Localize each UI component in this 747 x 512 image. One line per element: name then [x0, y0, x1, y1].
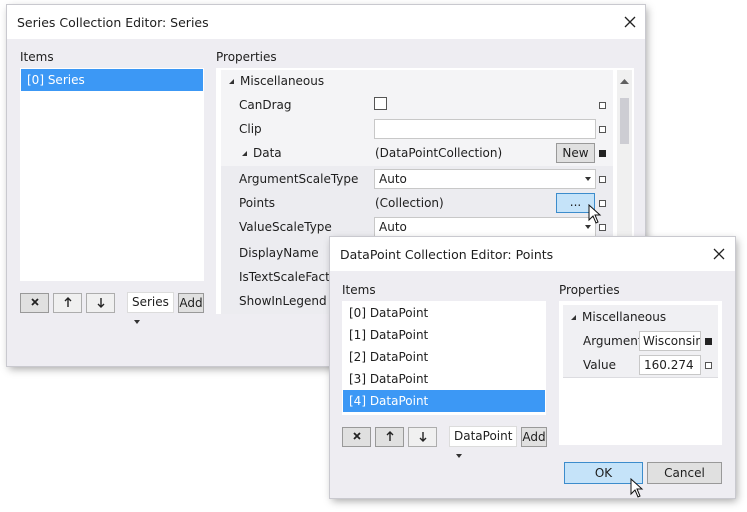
points-list-item[interactable]: [1] DataPoint: [343, 324, 545, 346]
series-properties-label: Properties: [216, 50, 277, 64]
arrow-up-icon: [64, 297, 71, 307]
argument-property-marker[interactable]: [705, 338, 712, 345]
property-name-clip: Clip: [239, 122, 262, 136]
property-name-valuescaletype: ValueScaleType: [239, 220, 332, 234]
datapoint-collection-editor-window: DataPoint Collection Editor: Points Item…: [330, 237, 735, 498]
series-type-dropdown-value: Series: [132, 295, 169, 309]
argument-input[interactable]: Wisconsin: [639, 331, 701, 351]
series-add-label: Add: [179, 296, 203, 310]
property-name-displayname: DisplayName: [239, 246, 319, 260]
points-property-grid: Miscellaneous Argument Wisconsin Value 1…: [559, 301, 722, 445]
data-new-button[interactable]: New: [556, 143, 595, 163]
property-name-istextscalefactor: IsTextScaleFactor: [239, 270, 343, 284]
collapse-triangle-icon: [571, 315, 576, 320]
points-list-item-label: [4] DataPoint: [349, 394, 429, 408]
points-ellipsis-label: ...: [569, 195, 582, 209]
property-name-showinlegend: ShowInLegend: [239, 294, 327, 308]
series-move-up-button[interactable]: [53, 293, 82, 313]
property-name-data: Data: [253, 146, 282, 160]
value-property-marker[interactable]: [705, 362, 712, 369]
series-delete-button[interactable]: [20, 293, 49, 313]
data-new-label: New: [562, 146, 589, 160]
series-list-item[interactable]: [0] Series: [21, 69, 203, 91]
points-type-dropdown-value: DataPoint: [454, 429, 513, 443]
points-list-item[interactable]: [2] DataPoint: [343, 346, 545, 368]
points-editor-close-button[interactable]: [708, 243, 730, 265]
valuescaletype-value: Auto: [379, 220, 407, 234]
cancel-label: Cancel: [664, 466, 705, 480]
value-value: 160.274: [644, 358, 694, 372]
points-add-label: Add: [522, 430, 546, 444]
close-icon: [624, 16, 636, 28]
valuescaletype-dropdown[interactable]: Auto: [374, 217, 596, 237]
series-list-item-label: [0] Series: [27, 73, 85, 87]
property-name-argumentscaletype: ArgumentScaleType: [239, 172, 359, 186]
points-value: (Collection): [375, 196, 444, 210]
series-move-down-button[interactable]: [86, 293, 115, 313]
points-editor-titlebar: DataPoint Collection Editor: Points: [330, 237, 735, 271]
points-list-item-label: [2] DataPoint: [349, 350, 429, 364]
series-type-dropdown[interactable]: Series: [127, 292, 174, 324]
collapse-triangle-icon: [229, 79, 234, 84]
points-list-item[interactable]: [4] DataPoint: [343, 390, 545, 412]
points-items-label: Items: [342, 283, 376, 297]
points-properties-label: Properties: [559, 283, 620, 297]
argument-value: Wisconsin: [643, 334, 701, 348]
scroll-up-arrow-icon[interactable]: [617, 74, 632, 88]
series-editor-titlebar: Series Collection Editor: Series: [7, 5, 645, 39]
arrow-up-icon: [386, 431, 393, 441]
data-value: (DataPointCollection): [375, 146, 503, 160]
argumentscaletype-property-marker[interactable]: [599, 176, 606, 183]
collapse-triangle-icon: [242, 151, 247, 156]
points-editor-title: DataPoint Collection Editor: Points: [340, 247, 554, 262]
points-list-item[interactable]: [0] DataPoint: [343, 302, 545, 324]
close-icon: [713, 248, 725, 260]
mouse-cursor-icon: [588, 204, 602, 224]
points-list-item-label: [1] DataPoint: [349, 328, 429, 342]
category-miscellaneous-label: Miscellaneous: [240, 74, 325, 88]
arrow-down-icon: [97, 298, 104, 308]
points-move-up-button[interactable]: [375, 427, 404, 447]
data-property-marker[interactable]: [599, 150, 606, 157]
candrag-property-marker[interactable]: [599, 102, 606, 109]
property-name-value: Value: [583, 358, 616, 372]
series-add-button[interactable]: Add: [178, 293, 204, 313]
chevron-down-icon: [134, 319, 140, 324]
points-type-dropdown[interactable]: DataPoint: [449, 426, 517, 458]
argumentscaletype-dropdown[interactable]: Auto: [374, 169, 596, 189]
property-name-candrag: CanDrag: [239, 98, 292, 112]
points-delete-button[interactable]: [342, 427, 371, 447]
x-icon: [30, 298, 39, 306]
points-move-down-button[interactable]: [408, 427, 437, 447]
points-add-button[interactable]: Add: [521, 427, 547, 447]
cancel-button[interactable]: Cancel: [647, 462, 722, 484]
chevron-down-icon: [456, 453, 462, 458]
clip-input[interactable]: [374, 119, 596, 139]
x-icon: [352, 432, 361, 440]
property-name-points: Points: [239, 196, 276, 210]
points-items-list[interactable]: [0] DataPoint [1] DataPoint [2] DataPoin…: [342, 301, 546, 415]
candrag-checkbox[interactable]: [374, 97, 387, 110]
property-name-argument: Argument: [583, 334, 643, 348]
points-list-item[interactable]: [3] DataPoint: [343, 368, 545, 390]
points-list-item-label: [0] DataPoint: [349, 306, 429, 320]
ok-label: OK: [594, 466, 613, 480]
scrollbar-thumb[interactable]: [620, 98, 629, 144]
value-input[interactable]: 160.274: [639, 355, 701, 375]
points-category-label: Miscellaneous: [582, 310, 667, 324]
series-editor-close-button[interactable]: [619, 11, 641, 33]
series-items-label: Items: [20, 50, 54, 64]
series-items-list[interactable]: [0] Series: [20, 68, 204, 281]
argumentscaletype-value: Auto: [379, 172, 407, 186]
points-list-item-label: [3] DataPoint: [349, 372, 429, 386]
chevron-down-icon: [585, 177, 591, 181]
mouse-cursor-icon: [630, 478, 644, 498]
series-editor-title: Series Collection Editor: Series: [17, 15, 209, 30]
clip-property-marker[interactable]: [599, 126, 606, 133]
arrow-down-icon: [419, 432, 426, 442]
